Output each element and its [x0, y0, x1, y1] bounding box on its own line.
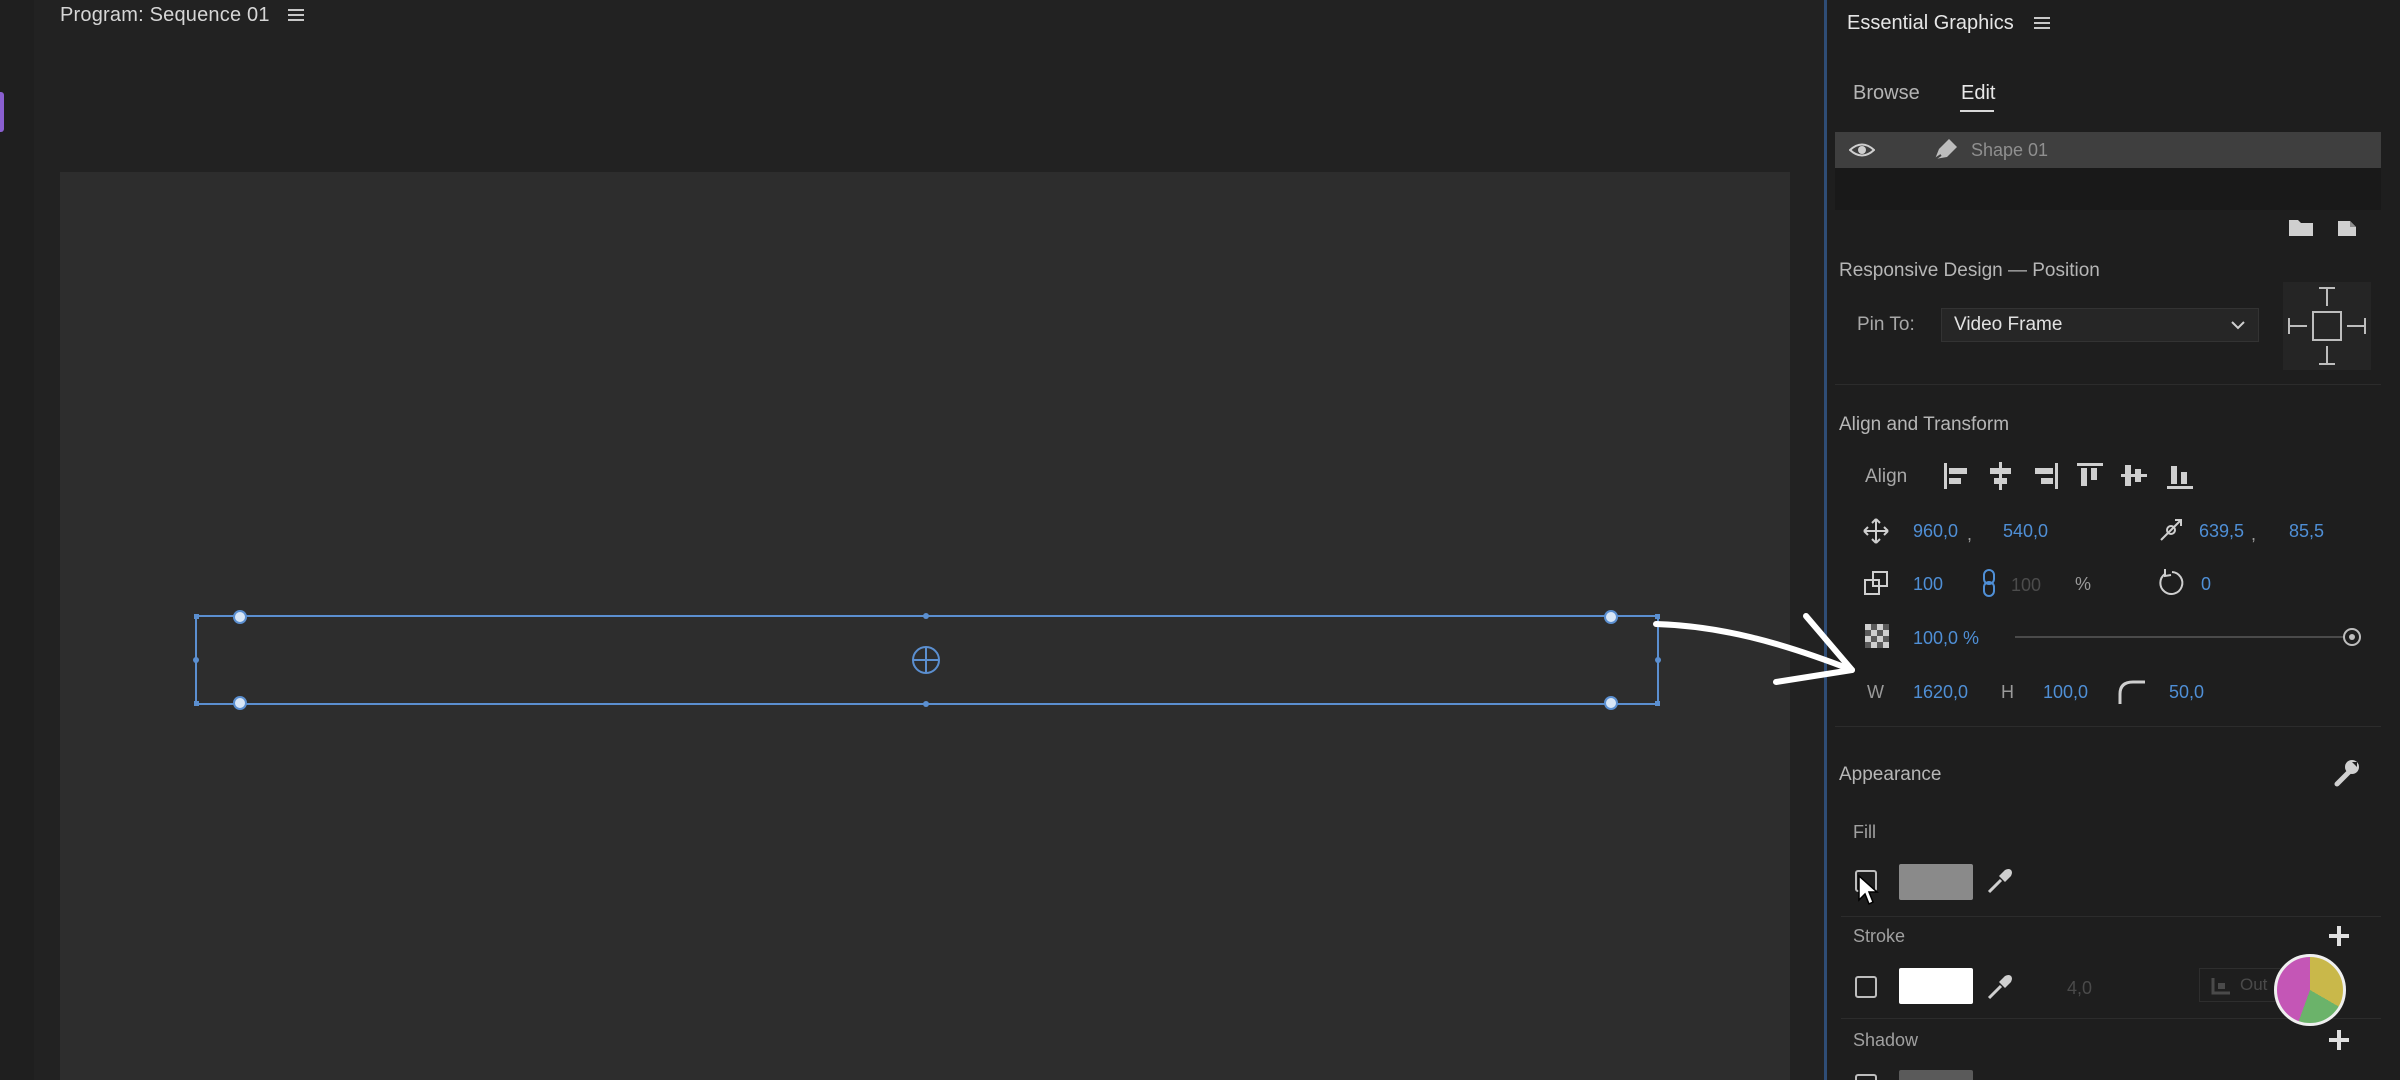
layer-list-area[interactable]	[1835, 168, 2381, 210]
anchor-y-value[interactable]: 85,5	[2289, 521, 2324, 542]
layer-name: Shape 01	[1971, 139, 2049, 160]
position-separator: ,	[1967, 524, 1973, 544]
height-value[interactable]: 100,0	[2043, 682, 2088, 703]
height-label: H	[2001, 682, 2014, 702]
pin-to-dropdown[interactable]: Video Frame	[1941, 308, 2259, 342]
scale-linked-value[interactable]: 100	[2011, 575, 2041, 596]
opacity-value[interactable]: 100,0 %	[1913, 628, 1979, 649]
shadow-checkbox[interactable]	[1855, 1074, 1877, 1080]
anchor-separator: ,	[2251, 524, 2257, 544]
section-divider	[1835, 384, 2381, 385]
essential-graphics-panel: Essential Graphics Browse Edit Shape 01 …	[1824, 0, 2400, 1080]
stroke-label: Stroke	[1853, 926, 1906, 946]
program-monitor-panel: Program: Sequence 01	[34, 0, 1824, 1080]
pin-to-label: Pin To:	[1857, 314, 1915, 335]
left-edge-marker	[0, 92, 4, 132]
appearance-title: Appearance	[1839, 764, 1942, 785]
hamburger-icon[interactable]	[2033, 16, 2050, 30]
plus-icon[interactable]	[2327, 1028, 2351, 1052]
scale-icon	[1864, 571, 1888, 595]
align-label: Align	[1865, 466, 1908, 487]
stroke-color-swatch[interactable]	[1899, 968, 1973, 1004]
hamburger-icon[interactable]	[287, 8, 304, 22]
active-tab-indicator	[1960, 110, 1994, 112]
scale-value[interactable]: 100	[1913, 574, 1943, 595]
section-divider	[1841, 916, 2381, 917]
position-y-value[interactable]: 540,0	[2003, 521, 2048, 542]
program-monitor-title: Program: Sequence 01	[60, 3, 270, 26]
tab-browse[interactable]: Browse	[1853, 82, 1920, 105]
essential-graphics-header: Essential Graphics	[1847, 8, 2050, 38]
shadow-color-swatch[interactable]	[1899, 1070, 1973, 1080]
eyedropper-icon[interactable]	[1985, 972, 2015, 1002]
eyedropper-icon[interactable]	[1985, 866, 2015, 896]
width-value[interactable]: 1620,0	[1913, 682, 1968, 703]
pin-edges-widget[interactable]	[2283, 282, 2371, 370]
responsive-design-title: Responsive Design — Position	[1839, 260, 2100, 281]
new-layer-icon[interactable]	[2335, 216, 2359, 238]
corner-radius-icon	[2118, 680, 2145, 704]
rotation-value[interactable]: 0	[2201, 574, 2211, 595]
align-transform-title: Align and Transform	[1839, 414, 2010, 435]
opacity-slider-track[interactable]	[2015, 636, 2351, 638]
cursor-icon	[1858, 874, 1879, 906]
pin-edges-icon	[2288, 287, 2366, 365]
rotate-icon	[2159, 569, 2184, 595]
left-edge-panel	[0, 0, 34, 1080]
align-center-v-icon[interactable]	[2119, 460, 2149, 492]
anchor-x-value[interactable]: 639,5	[2199, 521, 2244, 542]
stroke-checkbox[interactable]	[1855, 976, 1877, 998]
align-right-icon[interactable]	[2031, 460, 2061, 492]
stroke-width-value[interactable]: 4,0	[2067, 978, 2092, 999]
align-left-icon[interactable]	[1941, 460, 1971, 492]
video-frame[interactable]	[60, 172, 1790, 1080]
program-monitor-header: Program: Sequence 01	[34, 0, 1824, 30]
layer-row-shape-01[interactable]: Shape 01	[1835, 132, 2381, 168]
opacity-slider-knob[interactable]	[2343, 628, 2361, 646]
corner-radius-value[interactable]: 50,0	[2169, 682, 2204, 703]
fill-color-swatch[interactable]	[1899, 864, 1973, 900]
section-divider	[1835, 726, 2381, 727]
move-icon	[1863, 518, 1889, 544]
shadow-label: Shadow	[1853, 1030, 1919, 1050]
pin-to-value: Video Frame	[1954, 314, 2063, 335]
align-top-icon[interactable]	[2075, 460, 2105, 492]
fill-label: Fill	[1853, 822, 1876, 842]
stroke-outer-icon	[2211, 978, 2230, 995]
tab-edit[interactable]: Edit	[1961, 82, 1995, 105]
wrench-icon[interactable]	[2331, 758, 2361, 788]
align-center-h-icon[interactable]	[1985, 460, 2015, 492]
stroke-type-value: Out	[2240, 975, 2268, 994]
opacity-icon	[1865, 624, 1889, 648]
eye-icon[interactable]	[1849, 141, 1875, 159]
scale-unit: %	[2075, 574, 2092, 594]
position-x-value[interactable]: 960,0	[1913, 521, 1958, 542]
presenter-avatar	[2274, 954, 2346, 1026]
chevron-down-icon	[2231, 321, 2245, 330]
align-bottom-icon[interactable]	[2165, 460, 2195, 492]
folder-icon[interactable]	[2287, 216, 2315, 238]
width-label: W	[1867, 682, 1884, 702]
anchor-icon	[2160, 519, 2182, 541]
essential-graphics-title: Essential Graphics	[1847, 11, 2014, 34]
link-icon[interactable]	[1981, 568, 1997, 598]
pen-icon	[1934, 139, 1957, 160]
plus-icon[interactable]	[2327, 924, 2351, 948]
